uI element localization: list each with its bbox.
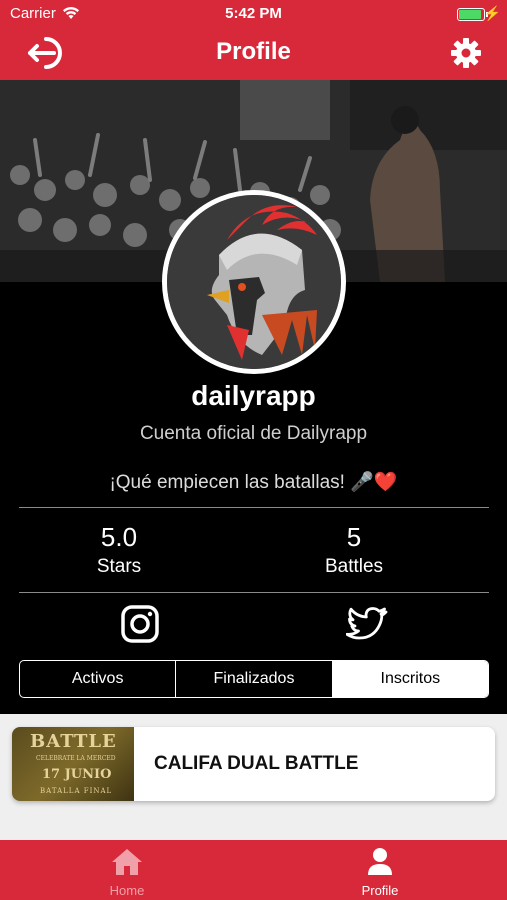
stat-label: Stars [96,556,142,577]
status-bar: Carrier 5:42 PM ⚡ [0,0,507,28]
instagram-icon[interactable] [120,604,160,644]
thumbnail-line-4: BATALLA FINAL [40,787,113,795]
tab-home[interactable]: Home [87,846,167,898]
page-title: Profile [216,38,291,65]
clock: 5:42 PM [225,5,282,22]
tab-inscritos[interactable]: Inscritos [332,661,488,697]
divider-bottom [19,592,489,593]
tab-activos[interactable]: Activos [20,661,177,697]
battle-list: BATTLE CELEBRATE LA MERCED 17 JUNIO BATA… [0,714,507,840]
avatar [162,190,346,374]
tab-profile[interactable]: Profile [340,846,420,898]
battery-icon [457,8,485,21]
bottom-tab-bar: Home Profile [0,840,507,900]
username: dailyrapp [191,380,316,411]
spartan-helmet-logo [167,195,341,369]
stat-value: 5.0 [100,522,138,552]
thumbnail-line-3: 17 JUNIO [42,767,112,782]
home-icon [112,849,142,875]
tab-finalizados[interactable]: Finalizados [176,661,333,697]
stat-battles: 5 Battles [254,522,454,578]
stat-stars: 5.0 Stars [19,522,219,578]
battle-thumbnail: BATTLE CELEBRATE LA MERCED 17 JUNIO BATA… [12,727,134,801]
nav-bar: Profile [0,28,507,80]
stat-label: Battles [324,556,384,577]
divider-top [19,507,489,508]
battle-card[interactable]: BATTLE CELEBRATE LA MERCED 17 JUNIO BATA… [12,727,495,801]
gear-icon[interactable] [449,36,483,70]
profile-bio: ¡Qué empiecen las batallas! 🎤❤️ [109,472,398,493]
tab-home-label: Home [109,883,145,898]
user-icon [368,848,392,875]
stat-value: 5 [346,522,362,552]
charging-icon: ⚡ [483,5,501,21]
tab-profile-label: Profile [361,883,399,898]
twitter-icon[interactable] [346,604,390,644]
battle-title: CALIFA DUAL BATTLE [154,753,359,774]
battle-filter-tabs: Activos Finalizados Inscritos [19,660,489,698]
profile-subtitle: Cuenta oficial de Dailyrapp [139,423,368,444]
thumbnail-line-2: CELEBRATE LA MERCED [36,755,116,762]
thumbnail-line-1: BATTLE [30,731,117,752]
